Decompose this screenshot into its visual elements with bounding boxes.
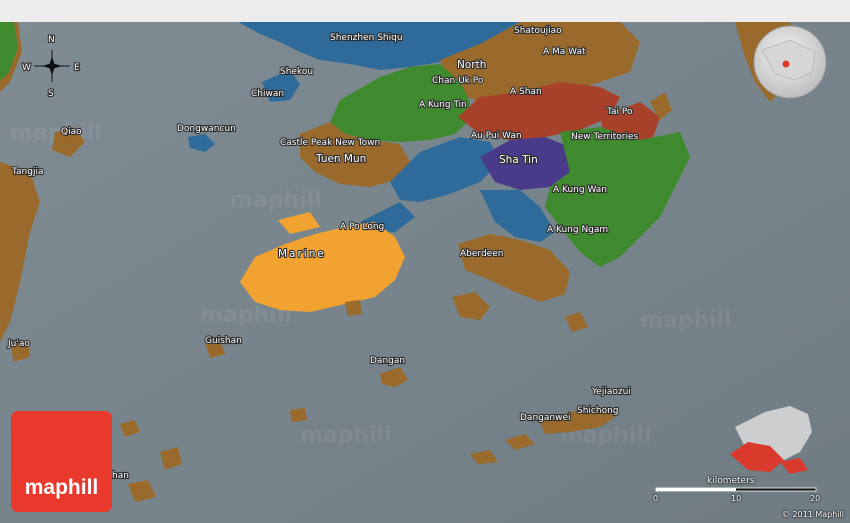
compass-w: W bbox=[22, 63, 31, 73]
place-label: A Kung Wan bbox=[553, 185, 607, 195]
top-bar bbox=[0, 0, 850, 22]
place-label: Au Pui Wan bbox=[471, 131, 522, 141]
compass-s: S bbox=[48, 89, 54, 99]
watermark-text: maphill bbox=[640, 308, 732, 333]
place-label: A Shan bbox=[510, 87, 542, 97]
place-label: North bbox=[457, 59, 486, 71]
maphill-logo[interactable]: maphill bbox=[11, 411, 112, 512]
scale-bar bbox=[655, 487, 817, 492]
scale-tick-20: 20 bbox=[810, 494, 821, 503]
place-label: Chan Uk Po bbox=[432, 76, 484, 86]
place-label: Shatoujiao bbox=[514, 26, 562, 36]
place-label: Aberdeen bbox=[460, 249, 503, 259]
scale-unit-label: kilometers bbox=[707, 476, 755, 486]
place-label: Guishan bbox=[205, 336, 242, 346]
place-label: han bbox=[112, 471, 129, 481]
place-label: Shenzhen Shiqu bbox=[330, 33, 403, 43]
compass-n: N bbox=[48, 35, 55, 45]
place-label: A Ma Wat bbox=[543, 47, 586, 57]
place-label: Dongwancun bbox=[177, 124, 236, 134]
place-label: A Kung Tin bbox=[419, 100, 467, 110]
place-label: Tuen Mun bbox=[315, 153, 366, 165]
place-label: Shekou bbox=[280, 67, 313, 77]
place-label: Sha Tin bbox=[499, 154, 538, 166]
place-label: Castle Peak New Town bbox=[280, 138, 380, 148]
copyright-text: © 2011 Maphill bbox=[781, 510, 844, 519]
scale-tick-0: 0 bbox=[653, 494, 659, 503]
place-label: Dangan bbox=[370, 356, 405, 366]
place-label: New Territories bbox=[571, 132, 639, 142]
watermark-text: maphill bbox=[300, 423, 392, 448]
place-label: Shichong bbox=[577, 406, 619, 416]
compass-e: E bbox=[74, 63, 80, 73]
place-label: Qiao bbox=[61, 127, 82, 137]
place-label: Chiwan bbox=[251, 89, 284, 99]
place-label: Danganwei bbox=[520, 413, 570, 423]
place-label: Marine bbox=[278, 248, 326, 260]
locator-globe bbox=[753, 25, 827, 99]
place-label: A Kung Ngam bbox=[547, 225, 608, 235]
map-view[interactable]: maphill maphill maphill maphill maphill … bbox=[0, 22, 850, 523]
place-label: Yejiaozui bbox=[591, 387, 631, 397]
place-label: A Po Long bbox=[340, 222, 384, 232]
scale-tick-10: 10 bbox=[731, 494, 742, 503]
map-canvas: maphill maphill maphill maphill maphill … bbox=[0, 22, 850, 523]
logo-text: maphill bbox=[24, 476, 99, 499]
place-label: Tai Po bbox=[606, 107, 633, 117]
place-label: Ju'ao bbox=[7, 339, 30, 349]
watermark-text: maphill bbox=[230, 188, 322, 213]
place-label: Tangjia bbox=[11, 167, 43, 177]
